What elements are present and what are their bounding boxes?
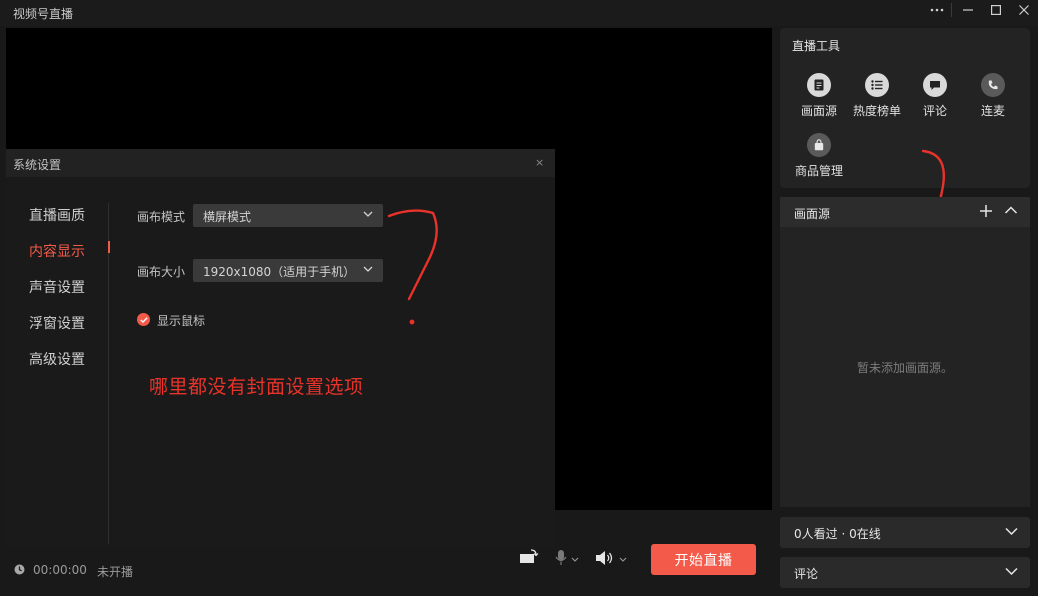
chevron-down-icon bbox=[363, 266, 373, 272]
more-options-button[interactable] bbox=[923, 0, 951, 20]
document-icon bbox=[807, 73, 831, 97]
microphone-icon bbox=[555, 550, 579, 565]
app-title: 视频号直播 bbox=[13, 7, 74, 21]
tool-hot-ranking[interactable]: 热度榜单 bbox=[847, 73, 907, 119]
clock-icon bbox=[14, 564, 25, 575]
close-window-button[interactable] bbox=[1010, 0, 1038, 20]
bag-icon bbox=[807, 133, 831, 157]
live-status: 未开播 bbox=[97, 565, 134, 579]
system-settings-dialog: 系统设置 × 直播画质 内容显示 声音设置 浮窗设置 高级设置 画布模式 横屏模… bbox=[6, 149, 555, 549]
dialog-close-button[interactable]: × bbox=[535, 156, 544, 169]
tool-label: 画面源 bbox=[800, 104, 837, 118]
checkmark-icon bbox=[139, 316, 148, 323]
canvas-mode-label: 画布模式 bbox=[137, 210, 186, 224]
live-tools-title: 直播工具 bbox=[792, 39, 841, 53]
maximize-icon bbox=[991, 5, 1001, 15]
title-separator bbox=[951, 3, 952, 17]
close-icon bbox=[1019, 5, 1029, 15]
chevron-down-icon bbox=[1005, 567, 1018, 576]
tool-label: 商品管理 bbox=[794, 164, 843, 178]
comments-label: 评论 bbox=[794, 567, 819, 581]
minimize-icon bbox=[963, 9, 973, 11]
viewers-label: 0人看过 · 0在线 bbox=[794, 527, 881, 541]
tool-label: 热度榜单 bbox=[852, 104, 901, 118]
rotate-screen-icon bbox=[520, 549, 539, 563]
canvas-size-value: 1920x1080（适用于手机） bbox=[203, 265, 356, 279]
more-icon bbox=[930, 8, 944, 12]
settings-nav-content-display[interactable]: 内容显示 bbox=[29, 241, 85, 261]
canvas-size-label: 画布大小 bbox=[137, 265, 186, 279]
screen-rotate-button[interactable] bbox=[519, 549, 539, 565]
add-icon[interactable] bbox=[979, 204, 993, 218]
chevron-down-icon bbox=[1005, 527, 1018, 536]
minimize-button[interactable] bbox=[954, 0, 982, 20]
canvas-mode-select[interactable]: 横屏模式 bbox=[193, 204, 383, 227]
nav-divider bbox=[108, 203, 109, 544]
picture-source-title: 画面源 bbox=[794, 207, 831, 221]
start-live-button[interactable]: 开始直播 bbox=[651, 544, 756, 575]
dialog-body: 直播画质 内容显示 声音设置 浮窗设置 高级设置 画布模式 横屏模式 画布大小 … bbox=[6, 177, 555, 549]
live-timer: 00:00:00 bbox=[33, 563, 87, 577]
dialog-header: 系统设置 × bbox=[6, 149, 555, 177]
live-tools-panel: 直播工具 画面源 热度榜单 评论 连麦 商品管理 bbox=[780, 28, 1030, 293]
tool-label: 评论 bbox=[922, 104, 947, 118]
speaker-button[interactable] bbox=[595, 549, 629, 567]
tool-comments[interactable]: 评论 bbox=[905, 73, 965, 119]
picture-source-panel: 画面源 暂未添加画面源。 bbox=[780, 197, 1030, 507]
canvas-size-select[interactable]: 1920x1080（适用于手机） bbox=[193, 259, 383, 282]
settings-nav-advanced[interactable]: 高级设置 bbox=[29, 349, 85, 369]
tool-picture-source[interactable]: 画面源 bbox=[789, 73, 849, 119]
title-bar: 视频号直播 bbox=[0, 0, 1038, 26]
picture-source-header: 画面源 bbox=[780, 197, 1030, 227]
annotation-text: 哪里都没有封面设置选项 bbox=[149, 376, 364, 398]
annotation-question-mark-left bbox=[387, 209, 438, 325]
comments-accordion[interactable]: 评论 bbox=[780, 557, 1030, 588]
settings-nav-floating-window[interactable]: 浮窗设置 bbox=[29, 313, 85, 333]
tool-product-management[interactable]: 商品管理 bbox=[789, 133, 849, 179]
settings-nav-video-quality[interactable]: 直播画质 bbox=[29, 205, 85, 225]
tool-label: 连麦 bbox=[980, 104, 1005, 118]
dialog-title: 系统设置 bbox=[13, 158, 62, 172]
show-cursor-label: 显示鼠标 bbox=[157, 314, 206, 328]
speaker-icon bbox=[596, 551, 627, 565]
comment-icon bbox=[923, 73, 947, 97]
canvas-mode-value: 横屏模式 bbox=[203, 210, 252, 224]
list-icon bbox=[865, 73, 889, 97]
chevron-up-icon[interactable] bbox=[1004, 205, 1018, 215]
chevron-down-icon bbox=[363, 211, 373, 217]
microphone-button[interactable] bbox=[554, 549, 580, 567]
show-cursor-checkbox[interactable] bbox=[137, 313, 150, 326]
maximize-button[interactable] bbox=[982, 0, 1010, 20]
phone-icon bbox=[981, 73, 1005, 97]
settings-nav-sound[interactable]: 声音设置 bbox=[29, 277, 85, 297]
picture-source-empty-text: 暂未添加画面源。 bbox=[856, 361, 953, 375]
tool-co-host[interactable]: 连麦 bbox=[963, 73, 1023, 119]
window-controls bbox=[923, 0, 1038, 26]
viewers-accordion[interactable]: 0人看过 · 0在线 bbox=[780, 517, 1030, 548]
nav-active-indicator bbox=[108, 241, 110, 253]
